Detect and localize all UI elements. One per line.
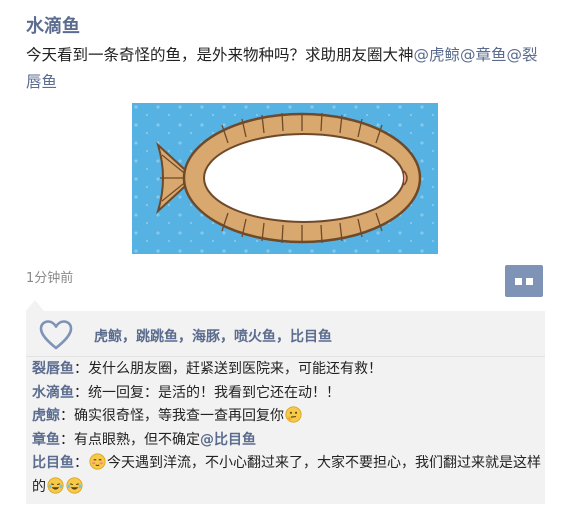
- liker-sep: ，: [178, 329, 192, 345]
- post-photo[interactable]: [132, 103, 438, 254]
- comment-text: 确实很奇怪，等我查一查再回复你: [74, 408, 284, 424]
- comment-item[interactable]: 裂唇鱼：发什么朋友圈，赶紧送到医院来，可能还有救！: [32, 358, 542, 382]
- post-text: 今天看到一条奇怪的鱼，是外来物种吗？求助朋友圈大神@虎鲸@章鱼@裂唇鱼: [26, 42, 551, 96]
- comment-text: 有点眼熟，但不确定: [74, 431, 200, 448]
- comment-author[interactable]: 比目鱼: [32, 455, 74, 471]
- comment-more-icon: [515, 278, 522, 285]
- likes-divider: [26, 356, 545, 357]
- liker-name[interactable]: 虎鲸: [94, 329, 122, 345]
- heart-outline-icon: [39, 320, 73, 350]
- liker-name[interactable]: 喷火鱼: [234, 329, 276, 345]
- comment-sep: ：: [74, 384, 88, 401]
- shy-face-emoji: [89, 453, 106, 470]
- comment-author[interactable]: 水滴鱼: [32, 385, 74, 401]
- comment-author[interactable]: 裂唇鱼: [32, 361, 74, 377]
- comment-sep: ：: [74, 455, 88, 471]
- liker-sep: ，: [122, 329, 136, 345]
- comment-box-caret: [26, 300, 44, 311]
- laughing-crying-emoji: [66, 476, 83, 494]
- comment-sep: ：: [60, 408, 74, 424]
- liker-sep: ，: [220, 329, 234, 345]
- mention-hujing[interactable]: @虎鲸: [414, 46, 461, 64]
- liker-name[interactable]: 海豚: [192, 329, 220, 345]
- comment-more-icon-dot: [526, 278, 533, 285]
- comment-text: 发什么朋友圈，赶紧送到医院来，可能还有救！: [88, 361, 382, 377]
- post-time: 1分钟前: [26, 271, 74, 286]
- comment-sep: ：: [74, 361, 88, 377]
- comment-sep: ：: [60, 431, 74, 448]
- comment-text: 今天遇到洋流，不小心翻过来了，大家不要担心，我们翻过来就是这样的: [32, 455, 541, 495]
- comment-item[interactable]: 章鱼：有点眼熟，但不确定@比目鱼: [32, 429, 542, 453]
- comment-mention[interactable]: @比目鱼: [200, 432, 256, 448]
- comment-item[interactable]: 水滴鱼：统一回复：是活的！我看到它还在动！！: [32, 382, 542, 406]
- laughing-crying-emoji: [47, 476, 64, 494]
- likes-row: 虎鲸，跳跳鱼，海豚，喷火鱼，比目鱼: [36, 317, 536, 353]
- thinking-face-emoji: [285, 406, 302, 423]
- post-body: 今天看到一条奇怪的鱼，是外来物种吗？求助朋友圈大神: [26, 46, 414, 64]
- liker-list: 虎鲸，跳跳鱼，海豚，喷火鱼，比目鱼: [94, 326, 332, 346]
- comment-item[interactable]: 比目鱼： 今天遇到洋流，不小心翻过来了，大家不要担心，我们翻过来就是这样的: [32, 452, 542, 499]
- comment-item[interactable]: 虎鲸：确实很奇怪，等我查一查再回复你: [32, 405, 542, 429]
- interaction-panel: 虎鲸，跳跳鱼，海豚，喷火鱼，比目鱼 裂唇鱼：发什么朋友圈，赶紧送到医院来，可能还…: [26, 311, 545, 504]
- comment-more-button[interactable]: [505, 265, 543, 297]
- liker-sep: ，: [276, 329, 290, 345]
- post-author[interactable]: 水滴鱼: [26, 12, 80, 38]
- comment-author[interactable]: 章鱼: [32, 432, 60, 448]
- liker-name[interactable]: 比目鱼: [290, 329, 332, 345]
- liker-name[interactable]: 跳跳鱼: [136, 329, 178, 345]
- mention-zhangyu[interactable]: @章鱼: [460, 46, 507, 64]
- comment-list: 裂唇鱼：发什么朋友圈，赶紧送到医院来，可能还有救！ 水滴鱼：统一回复：是活的！我…: [32, 358, 542, 499]
- comment-author[interactable]: 虎鲸: [32, 408, 60, 424]
- comment-text: 统一回复：是活的！我看到它还在动！！: [88, 384, 340, 401]
